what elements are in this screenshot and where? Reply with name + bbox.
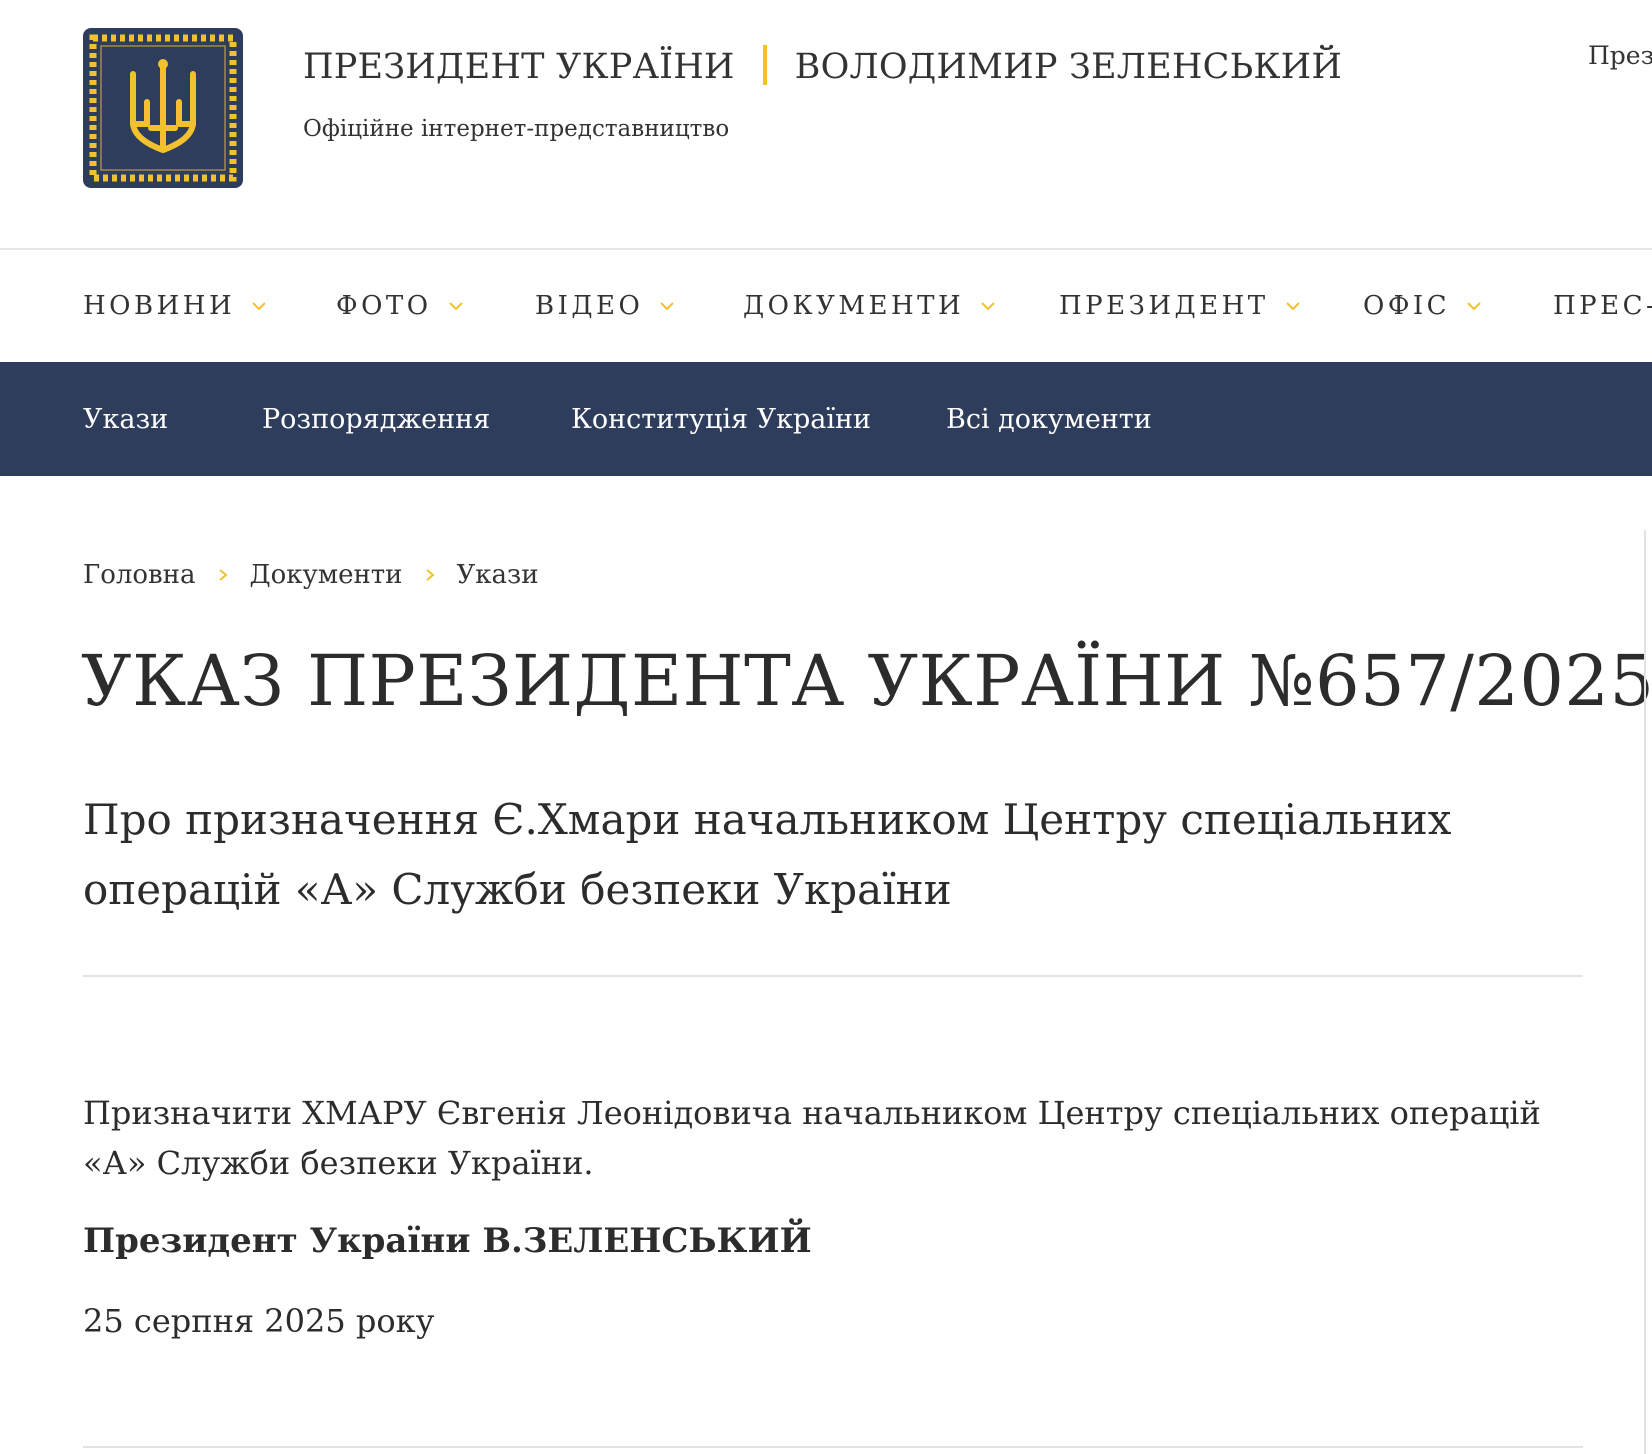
main-nav: НОВИНИ ФОТО ВІДЕО ДОКУМЕНТИ ПРЕЗИДЕНТ ОФ… [0,248,1652,362]
site-header: ПРЕЗИДЕНТ УКРАЇНИ ВОЛОДИМИР ЗЕЛЕНСЬКИЙ Оф… [0,0,1652,248]
nav-item-office[interactable]: ОФІС [1363,250,1482,362]
chevron-right-icon [218,569,228,581]
breadcrumb-home[interactable]: Головна [83,560,196,590]
title-separator [762,45,767,85]
nav-item-label: ВІДЕО [535,291,644,321]
site-subtitle: Офіційне інтернет-представництво [303,116,730,142]
nav-item-news[interactable]: НОВИНИ [83,250,267,362]
top-right-link[interactable]: През [1588,38,1652,74]
site-title-right: ВОЛОДИМИР ЗЕЛЕНСЬКИЙ [794,47,1343,87]
page-title: УКАЗ ПРЕЗИДЕНТА УКРАЇНИ №657/2025 [81,640,1652,722]
chevron-down-icon [660,302,675,311]
nav-item-president[interactable]: ПРЕЗИДЕНТ [1059,250,1301,362]
nav-item-label: НОВИНИ [83,291,236,321]
nav-item-label: ДОКУМЕНТИ [743,291,965,321]
document-signature: Президент України В.ЗЕЛЕНСЬКИЙ [83,1221,812,1261]
document-date: 25 серпня 2025 року [83,1302,435,1340]
chevron-down-icon [252,302,266,311]
site-title[interactable]: ПРЕЗИДЕНТ УКРАЇНИ ВОЛОДИМИР ЗЕЛЕНСЬКИЙ [303,42,1342,92]
trident-emblem-icon [89,34,237,182]
nav-item-label: ОФІС [1363,291,1451,321]
nav-item-documents[interactable]: ДОКУМЕНТИ [743,250,996,362]
breadcrumb: Головна Документи Укази [83,555,539,595]
divider [83,975,1583,977]
chevron-right-icon [425,569,435,581]
document-body: Призначити ХМАРУ Євгенія Леонідовича нач… [83,1094,1541,1182]
chevron-down-icon [1467,302,1481,311]
breadcrumb-decrees[interactable]: Укази [457,560,539,590]
chevron-down-icon [981,302,995,311]
sub-nav-orders[interactable]: Розпорядження [262,362,490,476]
divider [83,1446,1583,1448]
chevron-down-icon [448,302,463,311]
presidential-logo[interactable] [83,28,243,188]
document-subtitle: Про призначення Є.Хмари начальником Цент… [83,795,1452,914]
nav-item-label: ФОТО [336,291,432,321]
scrollbar[interactable] [1644,530,1646,1454]
sub-nav-decrees[interactable]: Укази [83,362,168,476]
nav-item-label: ПРЕЗИДЕНТ [1059,291,1269,321]
breadcrumb-documents[interactable]: Документи [250,560,403,590]
sub-nav-all-documents[interactable]: Всі документи [946,362,1152,476]
nav-item-video[interactable]: ВІДЕО [535,250,675,362]
nav-item-photo[interactable]: ФОТО [336,250,464,362]
nav-item-label: ПРЕС- [1553,291,1652,321]
sub-nav-constitution[interactable]: Конституція України [571,362,871,476]
site-title-left: ПРЕЗИДЕНТ УКРАЇНИ [303,47,735,87]
chevron-down-icon [1285,302,1300,311]
documents-sub-nav: Укази Розпорядження Конституція України … [0,362,1652,476]
nav-item-press[interactable]: ПРЕС- [1553,250,1652,362]
